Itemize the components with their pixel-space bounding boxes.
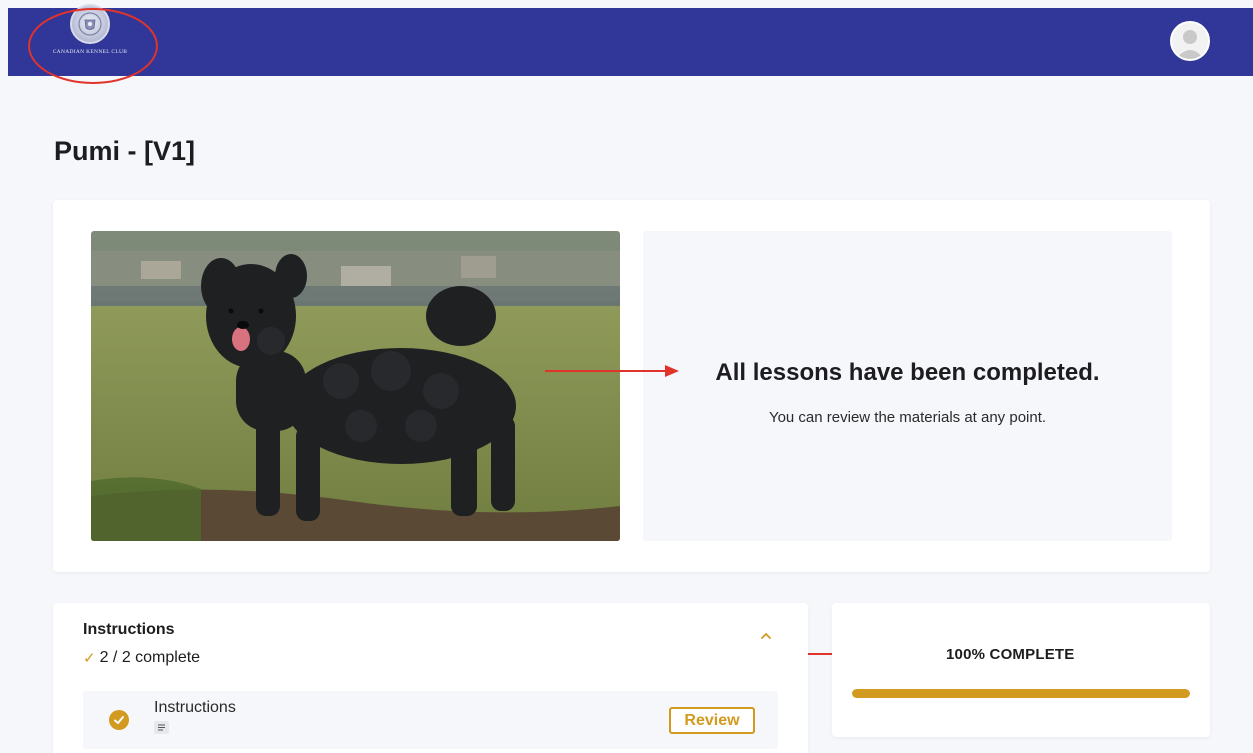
progress-label: 100% COMPLETE xyxy=(946,646,1075,663)
checkmark-icon: ✓ xyxy=(83,650,96,667)
progress-bar-fill xyxy=(852,689,1190,698)
completion-subtext: You can review the materials at any poin… xyxy=(768,409,1047,426)
instructions-section: Instructions ✓ 2 / 2 complete Instructio… xyxy=(53,603,808,753)
user-avatar-icon[interactable] xyxy=(1170,21,1210,61)
lesson-row[interactable]: Instructions Review xyxy=(83,691,778,749)
section-progress-text: 2 / 2 complete xyxy=(99,649,201,666)
section-title: Instructions xyxy=(83,621,175,638)
dog-photo xyxy=(91,231,620,541)
course-hero-card: All lessons have been completed. You can… xyxy=(53,200,1210,572)
document-icon xyxy=(154,721,169,734)
annotation-arrow xyxy=(545,364,680,378)
review-button[interactable]: Review xyxy=(669,707,755,734)
lesson-name[interactable]: Instructions xyxy=(154,699,236,717)
course-progress-card: 100% COMPLETE xyxy=(832,603,1210,737)
chevron-up-icon[interactable] xyxy=(759,629,773,643)
section-progress: ✓ 2 / 2 complete xyxy=(83,649,200,667)
completion-heading: All lessons have been completed. xyxy=(715,359,1100,386)
annotation-circle xyxy=(28,8,158,84)
top-navigation-bar xyxy=(8,8,1253,76)
page-title: Pumi - [V1] xyxy=(54,136,196,166)
progress-bar xyxy=(852,689,1190,698)
completion-message-panel: All lessons have been completed. You can… xyxy=(643,231,1172,541)
check-circle-icon xyxy=(109,710,129,730)
